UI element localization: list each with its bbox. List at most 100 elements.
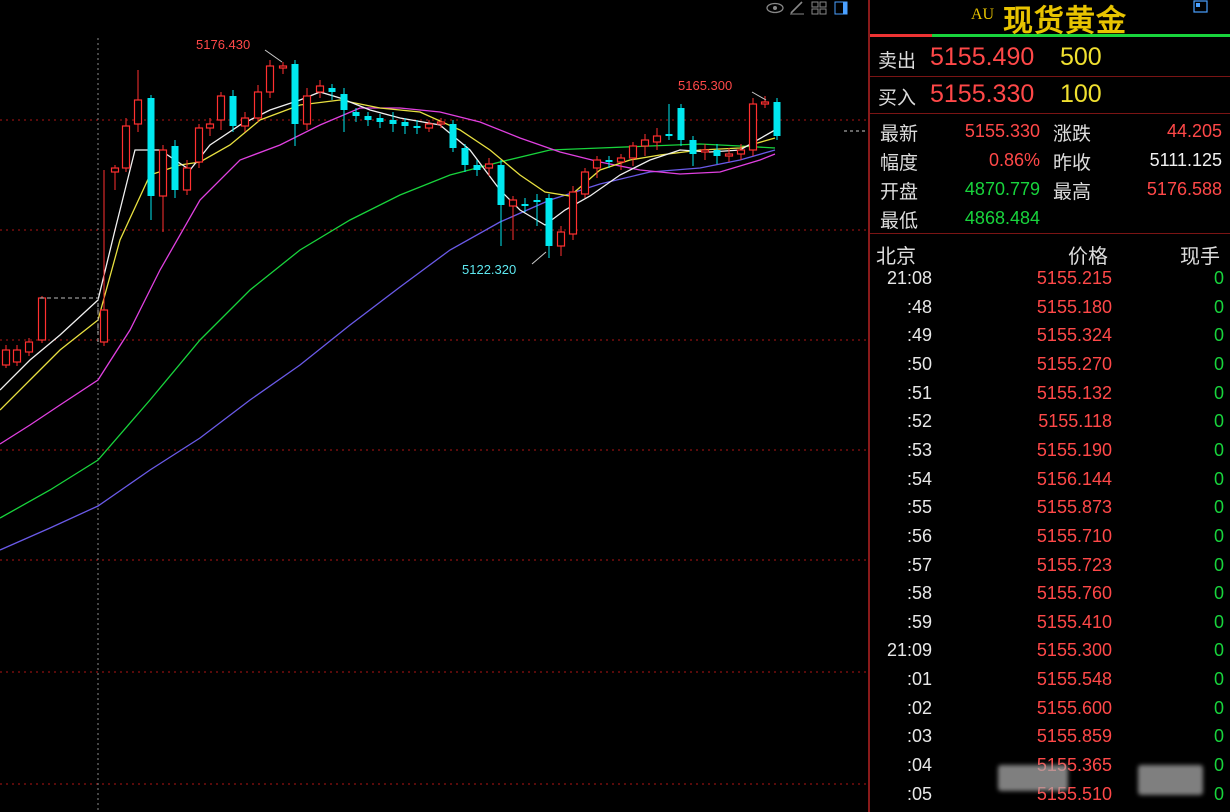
candle	[484, 158, 494, 176]
buy-price: 5155.330	[930, 80, 1035, 108]
tick-row[interactable]: 21:08 5155.215 0	[870, 268, 1230, 297]
tick-row[interactable]: :49 5155.324 0	[870, 325, 1230, 354]
change-label: 涨跌	[1053, 123, 1092, 145]
candle	[182, 160, 192, 195]
kline-chart-canvas	[0, 38, 868, 812]
tick-row[interactable]: :51 5155.132 0	[870, 383, 1230, 412]
candle	[640, 134, 650, 156]
kline-chart[interactable]: 5176.430 5165.300 5122.320	[0, 0, 868, 812]
tick-time: :55	[906, 497, 932, 518]
latest-value: 5155.330	[964, 121, 1040, 141]
latest-label: 最新	[880, 123, 919, 145]
prev-close-label: 昨收	[1053, 152, 1092, 174]
blurred-overlay	[1138, 765, 1203, 795]
ma4-line	[0, 143, 776, 519]
candle	[665, 104, 673, 140]
panel-icon[interactable]	[832, 1, 850, 15]
tick-row[interactable]: :01 5155.548 0	[870, 669, 1230, 698]
sell-price: 5155.490	[930, 43, 1035, 71]
candle	[700, 144, 710, 160]
candle	[1, 345, 11, 368]
candle	[216, 92, 226, 130]
tick-time: :04	[906, 755, 932, 776]
change-value: 44.205	[1166, 121, 1222, 141]
tick-row[interactable]: :52 5155.118 0	[870, 411, 1230, 440]
symbol-code: AU	[971, 6, 995, 23]
grid-icon[interactable]	[810, 1, 828, 15]
candle	[194, 124, 204, 168]
tick-price: 5155.859	[1036, 726, 1112, 747]
tick-time: :59	[906, 611, 932, 632]
candle	[748, 98, 758, 156]
tick-time: :56	[906, 525, 932, 546]
tick-row[interactable]: :57 5155.723 0	[870, 555, 1230, 584]
candle	[628, 142, 638, 166]
candle	[205, 118, 215, 136]
tick-row[interactable]: 21:09 5155.300 0	[870, 640, 1230, 669]
tick-volume: 0	[1213, 411, 1224, 432]
ticks-header-volume: 现手	[1180, 244, 1220, 268]
eye-icon[interactable]	[766, 1, 784, 15]
pen-icon[interactable]	[788, 1, 806, 15]
buy-label: 买入	[878, 87, 917, 109]
range-label: 幅度	[880, 152, 919, 174]
tick-row[interactable]: :02 5155.600 0	[870, 698, 1230, 727]
candle	[110, 165, 120, 190]
tick-price: 5155.190	[1036, 439, 1112, 460]
candle	[616, 154, 626, 170]
tick-row[interactable]: :54 5156.144 0	[870, 469, 1230, 498]
tick-time: :49	[906, 325, 932, 346]
tick-row[interactable]: :53 5155.190 0	[870, 440, 1230, 469]
candle	[580, 168, 590, 198]
tick-volume: 0	[1213, 755, 1224, 776]
tick-price: 5155.410	[1036, 611, 1112, 632]
candle	[689, 136, 697, 166]
tick-row[interactable]: :56 5155.710 0	[870, 526, 1230, 555]
tick-time: :03	[906, 726, 932, 747]
candle	[171, 140, 179, 198]
candle	[99, 170, 109, 346]
tick-time: :51	[906, 382, 932, 403]
candle	[497, 160, 505, 246]
prev-close-value: 5111.125	[1149, 150, 1222, 170]
tick-row[interactable]: :55 5155.873 0	[870, 497, 1230, 526]
chart-low-label: 5122.320	[462, 262, 517, 277]
candle	[12, 345, 22, 366]
label-leader	[531, 251, 547, 265]
tick-price: 5155.600	[1036, 697, 1112, 718]
ticks-header-time: 北京	[876, 244, 916, 268]
tick-volume: 0	[1213, 669, 1224, 690]
tick-price: 5155.215	[1036, 268, 1112, 288]
tick-price: 5155.548	[1036, 669, 1112, 690]
tick-time: :48	[906, 296, 932, 317]
candle	[158, 145, 168, 232]
buy-row[interactable]: 买入 5155.330 100	[870, 77, 1230, 114]
quote-panel: AU 现货黄金 卖出 5155.490 500 买入 5155.330 100 …	[870, 0, 1230, 812]
tick-row[interactable]: :03 5155.859 0	[870, 726, 1230, 755]
tick-row[interactable]: :50 5155.270 0	[870, 354, 1230, 383]
chart-high-label: 5176.430	[196, 37, 251, 52]
tick-row[interactable]: :58 5155.760 0	[870, 583, 1230, 612]
candle	[424, 120, 434, 132]
tick-row[interactable]: :48 5155.180 0	[870, 297, 1230, 326]
candle	[229, 90, 237, 132]
label-leader	[751, 91, 767, 101]
ticks-header: 北京 价格 现手	[870, 236, 1230, 268]
tick-row[interactable]: :59 5155.410 0	[870, 612, 1230, 641]
chart-toolbar	[766, 0, 850, 16]
candle	[461, 144, 469, 172]
candle	[133, 70, 143, 132]
tick-price: 5155.270	[1036, 353, 1112, 374]
tick-volume: 0	[1213, 726, 1224, 747]
tick-price: 5155.760	[1036, 583, 1112, 604]
chart-high-label-2: 5165.300	[678, 78, 733, 93]
tick-time: :53	[906, 439, 932, 460]
tick-price: 5155.873	[1036, 497, 1112, 518]
tick-volume: 0	[1213, 583, 1224, 604]
tick-price: 5155.324	[1036, 325, 1112, 346]
candle	[278, 62, 288, 74]
sell-row[interactable]: 卖出 5155.490 500	[870, 40, 1230, 77]
tick-price: 5155.723	[1036, 554, 1112, 575]
candle	[568, 186, 578, 240]
window-icon[interactable]	[1193, 0, 1209, 14]
